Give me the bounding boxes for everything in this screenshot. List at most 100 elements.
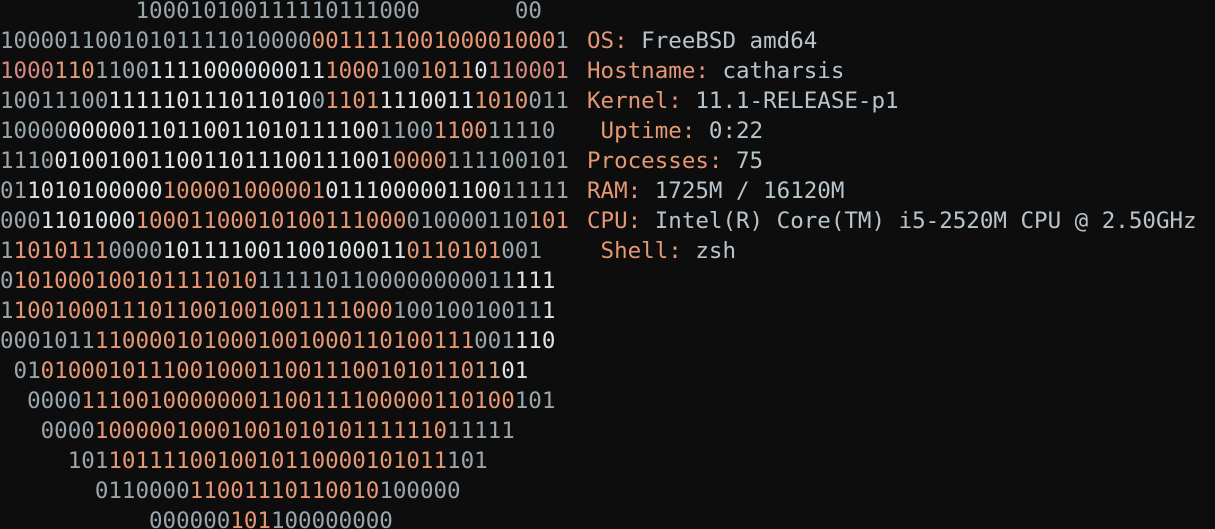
- art-segment: 0111000001100: [325, 178, 502, 204]
- art-segment: 01: [501, 358, 529, 384]
- art-segment: 1010100000: [27, 178, 163, 204]
- art-segment: 101: [230, 508, 271, 529]
- info-value: FreeBSD amd64: [627, 28, 818, 54]
- art-line: 0101000100101111010111110110000000001111…: [0, 266, 555, 296]
- art-segment: 010000110: [406, 208, 529, 234]
- art-segment: 0: [311, 88, 326, 114]
- art-segment: 1000: [0, 58, 55, 84]
- art-line: 0001101000100011000101001110000100001101…: [0, 206, 569, 236]
- art-segment: 0000: [392, 148, 448, 174]
- art-segment: 1: [555, 28, 569, 54]
- art-segment: 1010111: [13, 238, 109, 264]
- info-row: CPU: Intel(R) Core(TM) i5-2520M CPU @ 2.…: [587, 206, 1197, 236]
- art-segment: 11001110110010: [189, 478, 380, 504]
- art-segment: 11111: [501, 178, 569, 204]
- art-segment: 11100100000001100111100000110100: [81, 388, 515, 414]
- info-value: 0:22: [695, 118, 764, 144]
- art-segment: 0001011: [0, 328, 95, 354]
- art-segment: 001111100100001000: [311, 28, 556, 54]
- art-segment: 1000: [325, 58, 380, 84]
- art-line: 1000011001010111101000000111110010000100…: [0, 26, 569, 56]
- art-segment: 1111101100000000011: [257, 268, 515, 294]
- art-line: 100010100111110111000 00: [136, 0, 542, 26]
- info-label: CPU:: [587, 208, 642, 234]
- art-segment: 1011110010010110000101011: [108, 448, 448, 474]
- art-segment: 110: [514, 328, 556, 354]
- info-row: OS: FreeBSD amd64: [587, 26, 817, 56]
- art-segment: 0000: [0, 388, 82, 414]
- art-segment: 100000: [379, 478, 461, 504]
- art-line: 000011100100000001100111100000110100101: [0, 386, 555, 416]
- art-segment: 1: [541, 298, 556, 324]
- info-value: catharsis: [708, 58, 845, 84]
- art-line: 1101011100001011110011001000110110101001: [0, 236, 542, 266]
- art-segment: 000: [0, 208, 41, 234]
- info-row: RAM: 1725M / 16120M: [587, 176, 844, 206]
- art-segment: 1100001010001001000110100111: [94, 328, 475, 354]
- art-segment: 10000: [0, 118, 68, 144]
- art-segment: 0110000: [0, 478, 190, 504]
- art-segment: 1110011: [379, 88, 475, 114]
- info-label: RAM:: [587, 178, 642, 204]
- info-label: Uptime:: [587, 118, 696, 144]
- info-value: Intel(R) Core(TM) i5-2520M CPU @ 2.50GHz: [641, 208, 1197, 234]
- art-segment: 10010010011: [392, 298, 542, 324]
- art-line: 0001011110000101000100100011010011100111…: [0, 326, 555, 356]
- art-segment: 1: [0, 238, 14, 264]
- info-label: Hostname:: [587, 58, 709, 84]
- art-line: 1100100011101100100100111100010010010011…: [0, 296, 555, 326]
- art-segment: 1: [0, 298, 14, 324]
- art-segment: 1111000000011: [149, 58, 326, 84]
- info-label: Shell:: [587, 238, 682, 264]
- art-line: 1110010010011001101110011100100001111001…: [0, 146, 569, 176]
- art-segment: 111110111011010: [108, 88, 312, 114]
- art-segment: 01000101110010001100111001010110: [40, 358, 475, 384]
- info-row: Processes: 75: [587, 146, 763, 176]
- art-segment: 011: [528, 88, 569, 114]
- art-segment: 00: [392, 0, 420, 24]
- art-segment: 1101: [325, 88, 380, 114]
- info-row: Uptime: 0:22: [587, 116, 764, 146]
- art-segment: 1100: [379, 118, 434, 144]
- art-segment: 101000100101111010: [13, 268, 258, 294]
- art-segment: 10000010001001010101111110: [94, 418, 448, 444]
- art-segment: 101: [528, 208, 569, 234]
- info-value: 1725M / 16120M: [641, 178, 845, 204]
- art-segment: 11111: [447, 418, 515, 444]
- art-segment: 000000: [0, 508, 231, 529]
- art-segment: 1100: [433, 118, 488, 144]
- art-segment: 101: [0, 448, 109, 474]
- art-segment: 10001100010100111000: [135, 208, 407, 234]
- art-segment: 0110101: [406, 238, 502, 264]
- art-segment: 100000000: [270, 508, 393, 529]
- art-segment: 101: [447, 448, 488, 474]
- info-row: Hostname: catharsis: [587, 56, 844, 86]
- art-segment: 11: [474, 358, 502, 384]
- art-segment: [420, 0, 515, 24]
- art-segment: 0000: [108, 238, 163, 264]
- info-value: 75: [722, 148, 764, 174]
- art-line: 01010001011100100011001110010101101101: [0, 356, 529, 386]
- art-segment: 01: [0, 358, 41, 384]
- info-label: Processes:: [587, 148, 723, 174]
- info-row: Shell: zsh: [587, 236, 736, 266]
- art-segment: 1100: [94, 58, 150, 84]
- art-line: 1000000000110110011010111100110011001111…: [0, 116, 555, 146]
- art-segment: 1010: [474, 88, 529, 114]
- art-segment: 1001000111011001001001111000: [13, 298, 393, 324]
- art-segment: 1011: [419, 58, 475, 84]
- info-row: Kernel: 11.1-RELEASE-p1: [587, 86, 899, 116]
- art-segment: 00000110110011010111100: [67, 118, 380, 144]
- art-segment: 0100100110011011100111001: [54, 148, 393, 174]
- art-line: 0110101000001000010000010111000001100111…: [0, 176, 569, 206]
- art-segment: 1110: [0, 148, 55, 174]
- art-line: 00001000001000100101010111111011111: [0, 416, 515, 446]
- art-segment: 0: [0, 268, 14, 294]
- terminal-window[interactable]: 100010100111110111000 00 1000011001010111…: [0, 0, 1215, 529]
- art-segment: 110: [54, 58, 95, 84]
- art-segment: 111: [514, 268, 556, 294]
- info-label: Kernel:: [587, 88, 682, 114]
- info-value: 11.1-RELEASE-p1: [681, 88, 899, 114]
- art-segment: 111100101: [447, 148, 569, 174]
- art-segment: 101111001100100011: [162, 238, 407, 264]
